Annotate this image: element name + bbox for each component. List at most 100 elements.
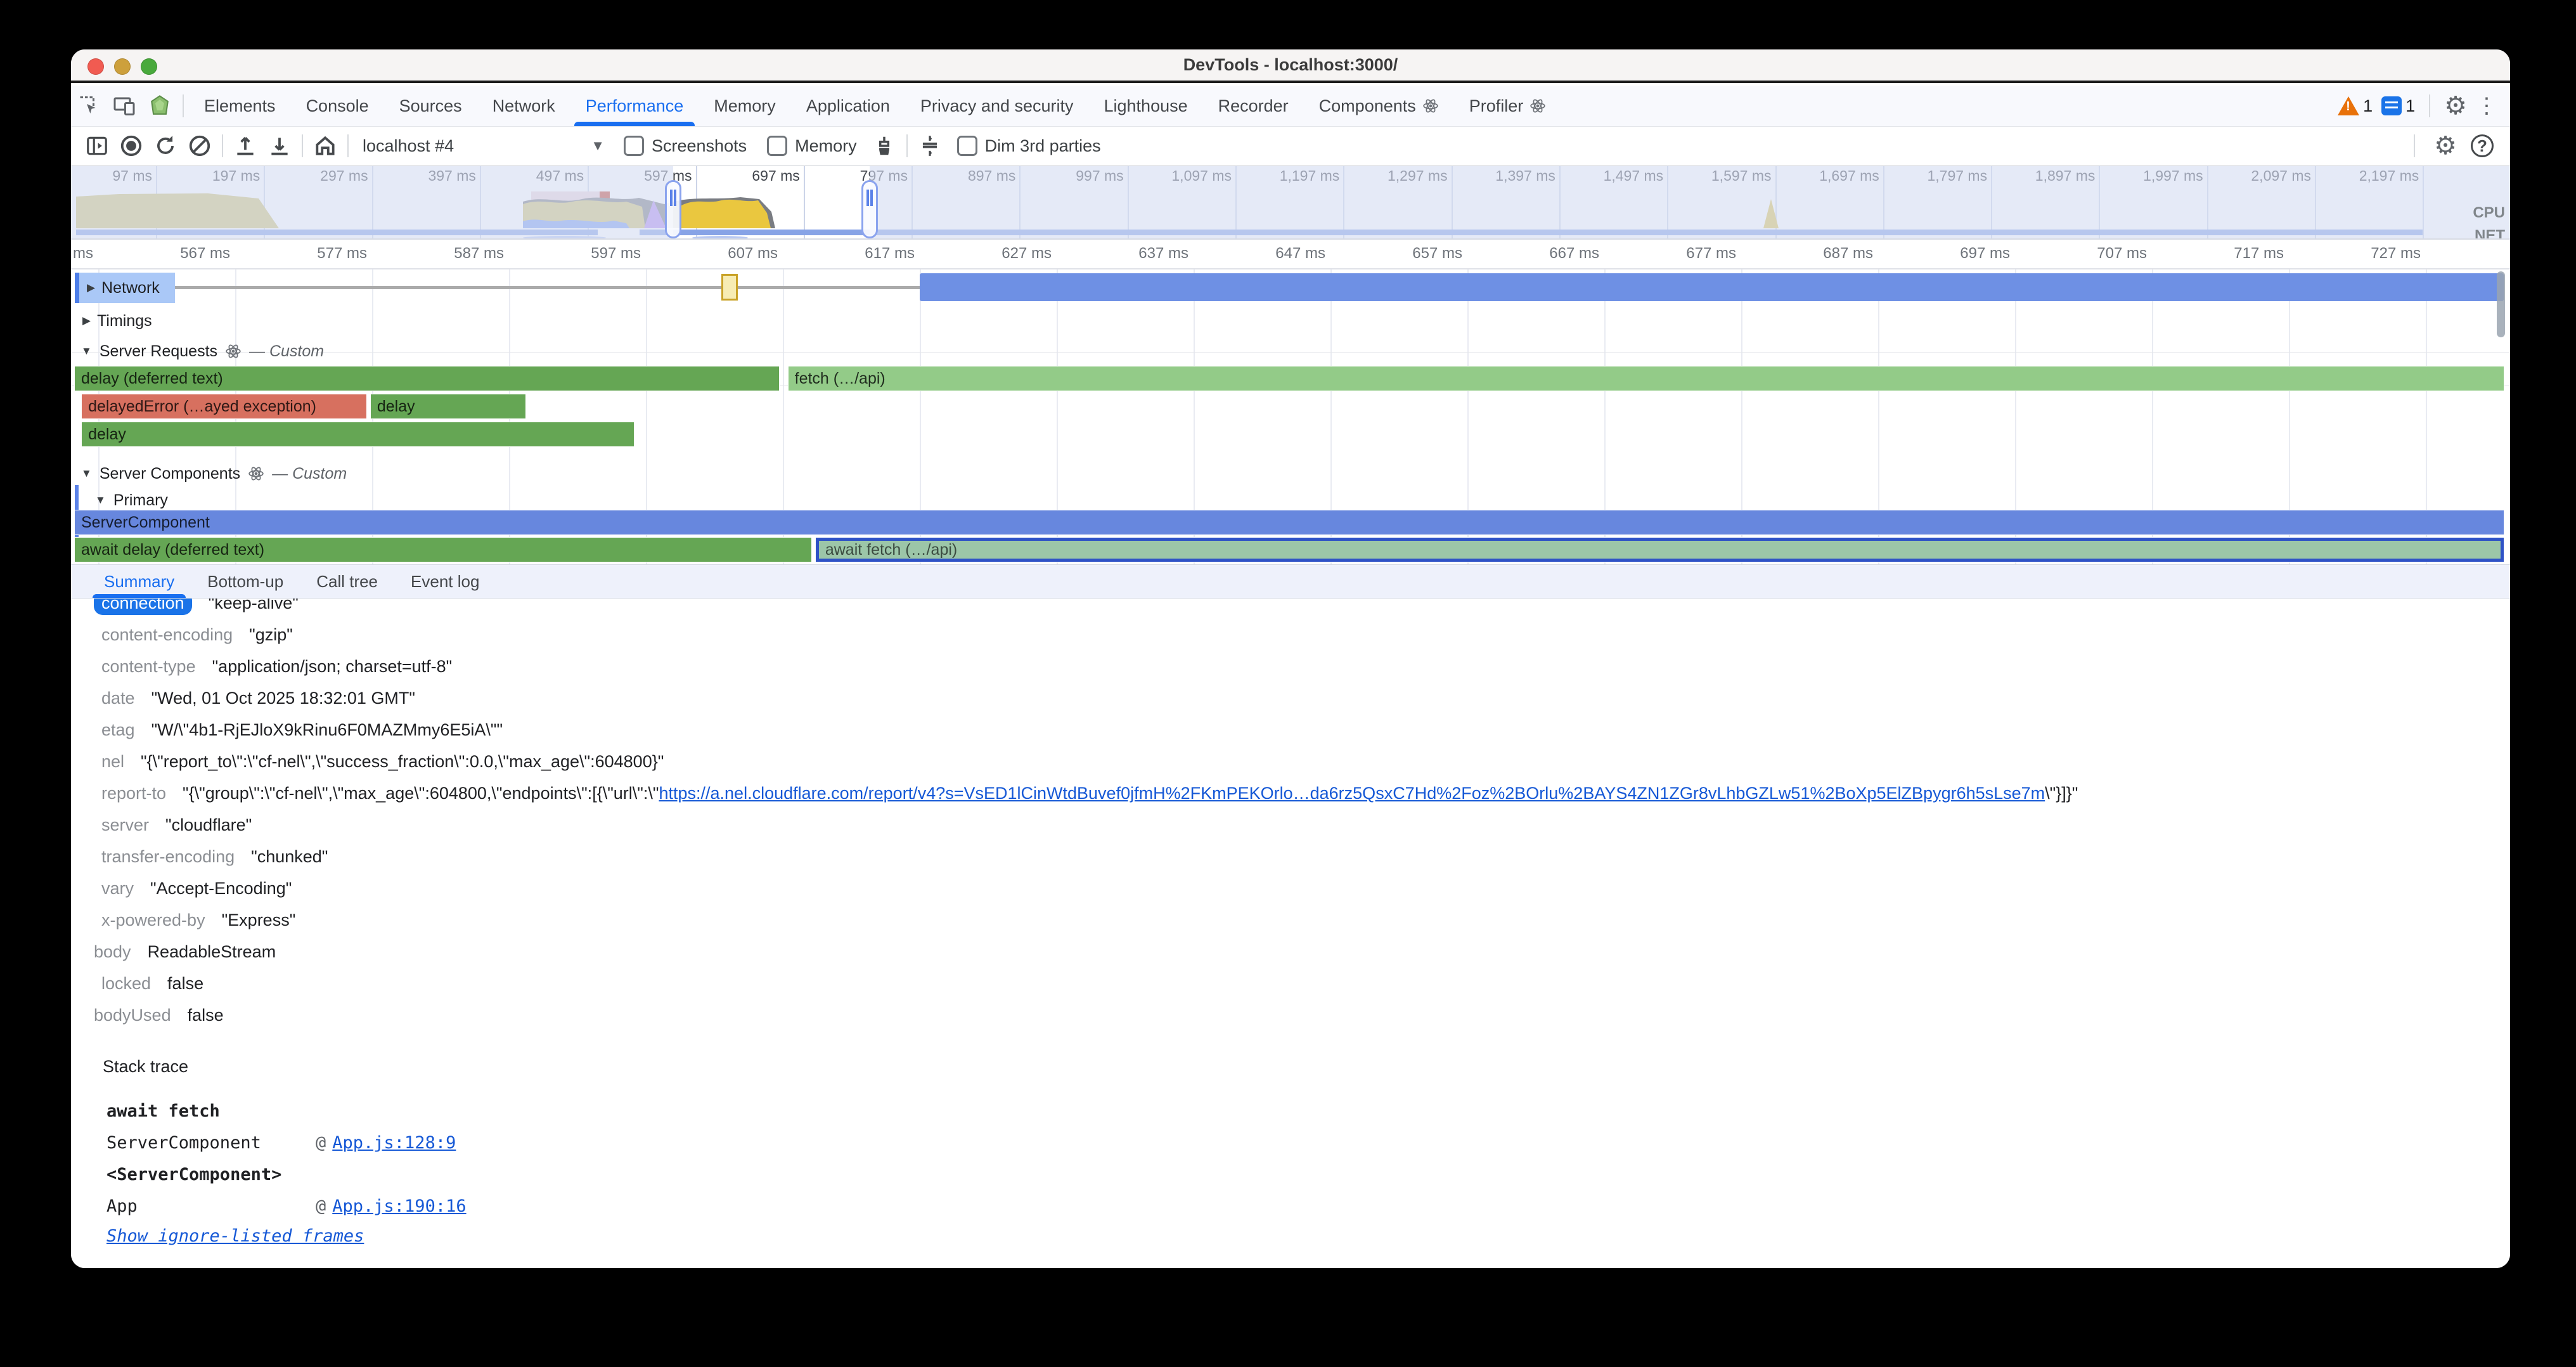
record-icon[interactable] [114,130,148,162]
selection-handle-right[interactable] [861,180,878,238]
settings-gear-icon[interactable]: ⚙ [2444,91,2467,120]
chevron-down-icon: ▼ [81,345,92,358]
property-row: transfer-encoding"chunked" [71,841,2510,872]
history-select[interactable]: localhost #4▼ [354,136,614,156]
checkbox-box [767,136,787,156]
details-tab-call-tree[interactable]: Call tree [300,565,394,598]
stack-frame: await fetch [71,1096,2510,1127]
property-key: connection [94,599,192,615]
ruler-tick-label: 707 ms [2039,245,2147,262]
source-location-link[interactable]: App.js:128:9 [332,1133,456,1153]
property-row: connection"keep-alive" [71,599,2510,619]
property-key: bodyUsed [94,1006,171,1025]
more-options-icon[interactable]: ⋮ [2476,93,2497,119]
ruler-tick-label: 597 ms [533,245,641,262]
home-icon[interactable] [308,130,342,162]
property-key: x-powered-by [101,910,205,930]
timeline-overview[interactable]: 97 ms197 ms297 ms397 ms497 ms597 ms697 m… [71,166,2510,240]
show-ignore-listed-frames-link[interactable]: Show ignore-listed frames [106,1226,2510,1246]
property-row: nel"{\"report_to\":\"cf-nel\",\"success_… [71,746,2510,777]
selection-handle-left[interactable] [665,180,681,238]
divider [2429,94,2430,117]
clear-icon[interactable] [183,130,217,162]
event-bar[interactable]: delayedError (…ayed exception) [82,394,366,418]
tab-privacy-and-security[interactable]: Privacy and security [905,86,1089,126]
tab-components[interactable]: Components [1304,86,1454,126]
tab-memory[interactable]: Memory [699,86,791,126]
track-timings[interactable]: ▶ Timings [75,306,160,336]
inspect-element-icon[interactable] [71,91,106,121]
panel-settings-gear-icon[interactable]: ⚙ [2434,131,2457,160]
stack-frame: App@App.js:190:16 [71,1191,2510,1222]
property-key: server [101,815,149,835]
tab-label: Elements [204,96,276,116]
ignore-listing-icon[interactable] [913,130,947,162]
event-bar[interactable]: delay [371,394,525,418]
tab-elements[interactable]: Elements [189,86,291,126]
tab-sources[interactable]: Sources [384,86,477,126]
react-atom-icon [1530,98,1546,114]
ruler-tick-label: 687 ms [1765,245,1873,262]
event-bar[interactable]: delay (deferred text) [75,366,779,391]
property-value: "{\"report_to\":\"cf-nel\",\"success_fra… [141,752,664,772]
tab-network[interactable]: Network [477,86,570,126]
property-value: "cloudflare" [165,815,252,835]
source-location-link[interactable]: App.js:190:16 [332,1196,466,1216]
report-to-link[interactable]: https://a.nel.cloudflare.com/report/v4?s… [659,784,2045,803]
tab-lighthouse[interactable]: Lighthouse [1089,86,1203,126]
warning-icon: ! [2338,96,2359,115]
dim-3rd-parties-checkbox[interactable]: Dim 3rd parties [957,136,1101,156]
property-key: content-encoding [101,625,233,645]
warnings-badge[interactable]: ! 1 [2338,96,2373,116]
details-tab-summary[interactable]: Summary [87,565,191,598]
upload-profile-icon[interactable] [228,130,262,162]
property-key: transfer-encoding [101,847,235,867]
download-profile-icon[interactable] [262,130,297,162]
network-pending-request[interactable] [721,274,738,301]
collect-garbage-icon[interactable] [867,130,901,162]
tab-label: Components [1319,96,1416,116]
details-tab-event-log[interactable]: Event log [394,565,496,598]
flamechart-tracks: ▶ Network ▶ Timings ▼ Server Requests — … [71,269,2510,564]
property-value: false [188,1006,224,1025]
device-toolbar-icon[interactable] [106,91,142,121]
ruler-tick-label: 717 ms [2176,245,2284,262]
screenshots-checkbox[interactable]: Screenshots [624,136,747,156]
scrollbar-thumb[interactable] [2497,271,2505,337]
chevron-down-icon: ▼ [95,494,106,507]
tab-performance[interactable]: Performance [570,86,699,126]
help-icon[interactable]: ? [2471,134,2494,157]
event-bar[interactable]: fetch (…/api) [789,366,2504,391]
network-request-bar[interactable] [920,273,2504,301]
tab-profiler[interactable]: Profiler [1454,86,1562,126]
tab-label: Console [306,96,369,116]
frame-function: ServerComponent [106,1127,316,1159]
property-row: bodyUsed false [71,999,2510,1031]
reload-record-icon[interactable] [148,130,183,162]
react-atom-icon [225,343,242,360]
dock-side-icon[interactable] [80,130,114,162]
event-bar[interactable]: ServerComponent [75,510,2504,534]
memory-checkbox[interactable]: Memory [767,136,857,156]
tab-label: Profiler [1469,96,1524,116]
track-server-requests[interactable]: ▼ Server Requests — Custom [75,339,330,363]
event-bar[interactable]: delay [82,422,633,446]
track-primary[interactable]: ▼ Primary [89,488,174,512]
details-tab-bottom-up[interactable]: Bottom-up [191,565,300,598]
event-bar[interactable]: await fetch (…/api) [816,538,2504,562]
ruler-tick-label: 567 ms [122,245,230,262]
tab-console[interactable]: Console [291,86,384,126]
tab-application[interactable]: Application [791,86,905,126]
tab-recorder[interactable]: Recorder [1203,86,1304,126]
window-title: DevTools - localhost:3000/ [71,49,2510,81]
timeline-ruler[interactable]: ms567 ms577 ms587 ms597 ms607 ms617 ms62… [71,240,2510,269]
react-devtools-icon [142,91,177,121]
track-network[interactable]: ▶ Network [75,273,175,303]
divider [222,134,223,157]
issues-badge[interactable]: 1 [2381,96,2415,116]
summary-pane: connection"keep-alive"content-encoding"g… [71,599,2510,1268]
cpu-lane-label: CPU [2473,204,2505,222]
track-server-components[interactable]: ▼ Server Components — Custom [75,462,353,486]
stack-trace-title: Stack trace [71,1050,2510,1083]
event-bar[interactable]: await delay (deferred text) [75,538,811,562]
